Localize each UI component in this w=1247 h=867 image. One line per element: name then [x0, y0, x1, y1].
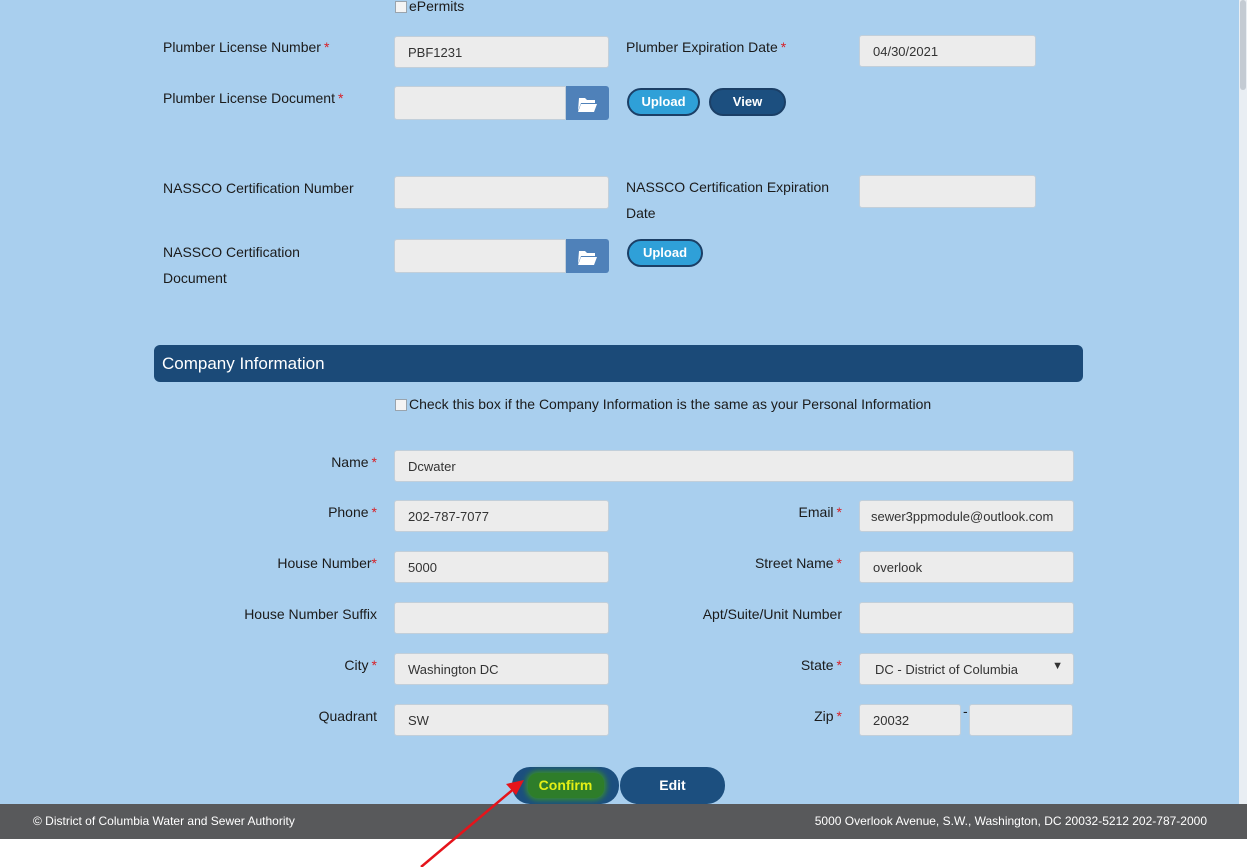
company-name-label: Name * — [331, 454, 377, 470]
nassco-number-field[interactable] — [394, 176, 609, 209]
company-quadrant-field[interactable]: SW — [394, 704, 609, 736]
company-apt-label: Apt/Suite/Unit Number — [702, 606, 842, 622]
plumber-license-document-field[interactable] — [394, 86, 566, 120]
company-house-number-field[interactable]: 5000 — [394, 551, 609, 583]
company-city-label: City * — [344, 657, 377, 673]
epermits-option[interactable]: ePermits — [395, 0, 464, 18]
company-quadrant-label: Quadrant — [318, 708, 377, 724]
company-zip-label: Zip * — [814, 708, 842, 724]
epermits-label: ePermits — [409, 0, 465, 14]
company-apt-field[interactable] — [859, 602, 1074, 634]
same-as-personal-option[interactable]: Check this box if the Company Informatio… — [395, 392, 931, 416]
plumber-expiration-label: Plumber Expiration Date * — [626, 39, 787, 55]
company-zip-field[interactable]: 20032 — [859, 704, 961, 736]
plumber-upload-button[interactable]: Upload — [627, 88, 700, 116]
company-house-number-label: House Number* — [277, 555, 377, 571]
company-phone-label: Phone * — [328, 504, 377, 520]
company-street-name-field[interactable]: overlook — [859, 551, 1074, 583]
company-state-label: State * — [800, 657, 842, 673]
confirm-label: Confirm — [538, 777, 593, 793]
company-name-field[interactable]: Dcwater — [394, 450, 1074, 482]
plumber-expiration-field[interactable]: 04/30/2021 — [859, 35, 1036, 67]
same-as-personal-checkbox[interactable] — [395, 399, 407, 412]
company-street-name-label: Street Name * — [754, 555, 842, 571]
company-house-suffix-label: House Number Suffix — [244, 606, 377, 622]
company-zip-extension-field[interactable] — [969, 704, 1073, 736]
plumber-license-number-field[interactable]: PBF1231 — [394, 36, 609, 68]
plumber-license-browse-button[interactable] — [566, 86, 609, 120]
scrollbar-track[interactable] — [1239, 0, 1247, 804]
plumber-view-button[interactable]: View — [709, 88, 786, 116]
company-house-suffix-field[interactable] — [394, 602, 609, 634]
company-state-value: DC - District of Columbia — [875, 662, 1019, 677]
folder-icon — [578, 98, 597, 112]
footer-address: 5000 Overlook Avenue, S.W., Washington, … — [814, 814, 1207, 828]
footer: © District of Columbia Water and Sewer A… — [0, 804, 1247, 839]
nassco-expiration-field[interactable] — [859, 175, 1036, 208]
nassco-document-field[interactable] — [394, 239, 566, 273]
zip-separator: - — [963, 703, 968, 719]
company-email-label: Email * — [798, 504, 842, 520]
scrollbar-thumb[interactable] — [1240, 0, 1246, 90]
company-state-select[interactable]: DC - District of Columbia ▼ — [859, 653, 1074, 685]
footer-copyright: © District of Columbia Water and Sewer A… — [33, 814, 295, 828]
confirm-button[interactable]: Confirm — [512, 767, 619, 804]
company-phone-field[interactable]: 202-787-7077 — [394, 500, 609, 532]
nassco-upload-button[interactable]: Upload — [627, 239, 703, 267]
folder-icon — [578, 251, 597, 265]
edit-button[interactable]: Edit — [620, 767, 725, 804]
nassco-browse-button[interactable] — [566, 239, 609, 273]
nassco-number-label: NASSCO Certification Number — [163, 180, 354, 196]
company-information-header: Company Information — [154, 345, 1083, 382]
nassco-expiration-label: NASSCO Certification Expiration Date — [626, 179, 830, 221]
company-email-field[interactable]: sewer3ppmodule@outlook.com — [859, 500, 1074, 532]
same-as-personal-label: Check this box if the Company Informatio… — [409, 396, 932, 412]
company-city-field[interactable]: Washington DC — [394, 653, 609, 685]
nassco-document-label: NASSCO Certification Document — [163, 244, 300, 286]
form-page: ePermits Plumber License Number * PBF1231… — [0, 0, 1239, 804]
plumber-license-document-label: Plumber License Document * — [163, 90, 344, 106]
chevron-down-icon: ▼ — [1052, 660, 1063, 672]
plumber-license-number-label: Plumber License Number * — [163, 39, 330, 55]
epermits-checkbox[interactable] — [395, 1, 407, 14]
